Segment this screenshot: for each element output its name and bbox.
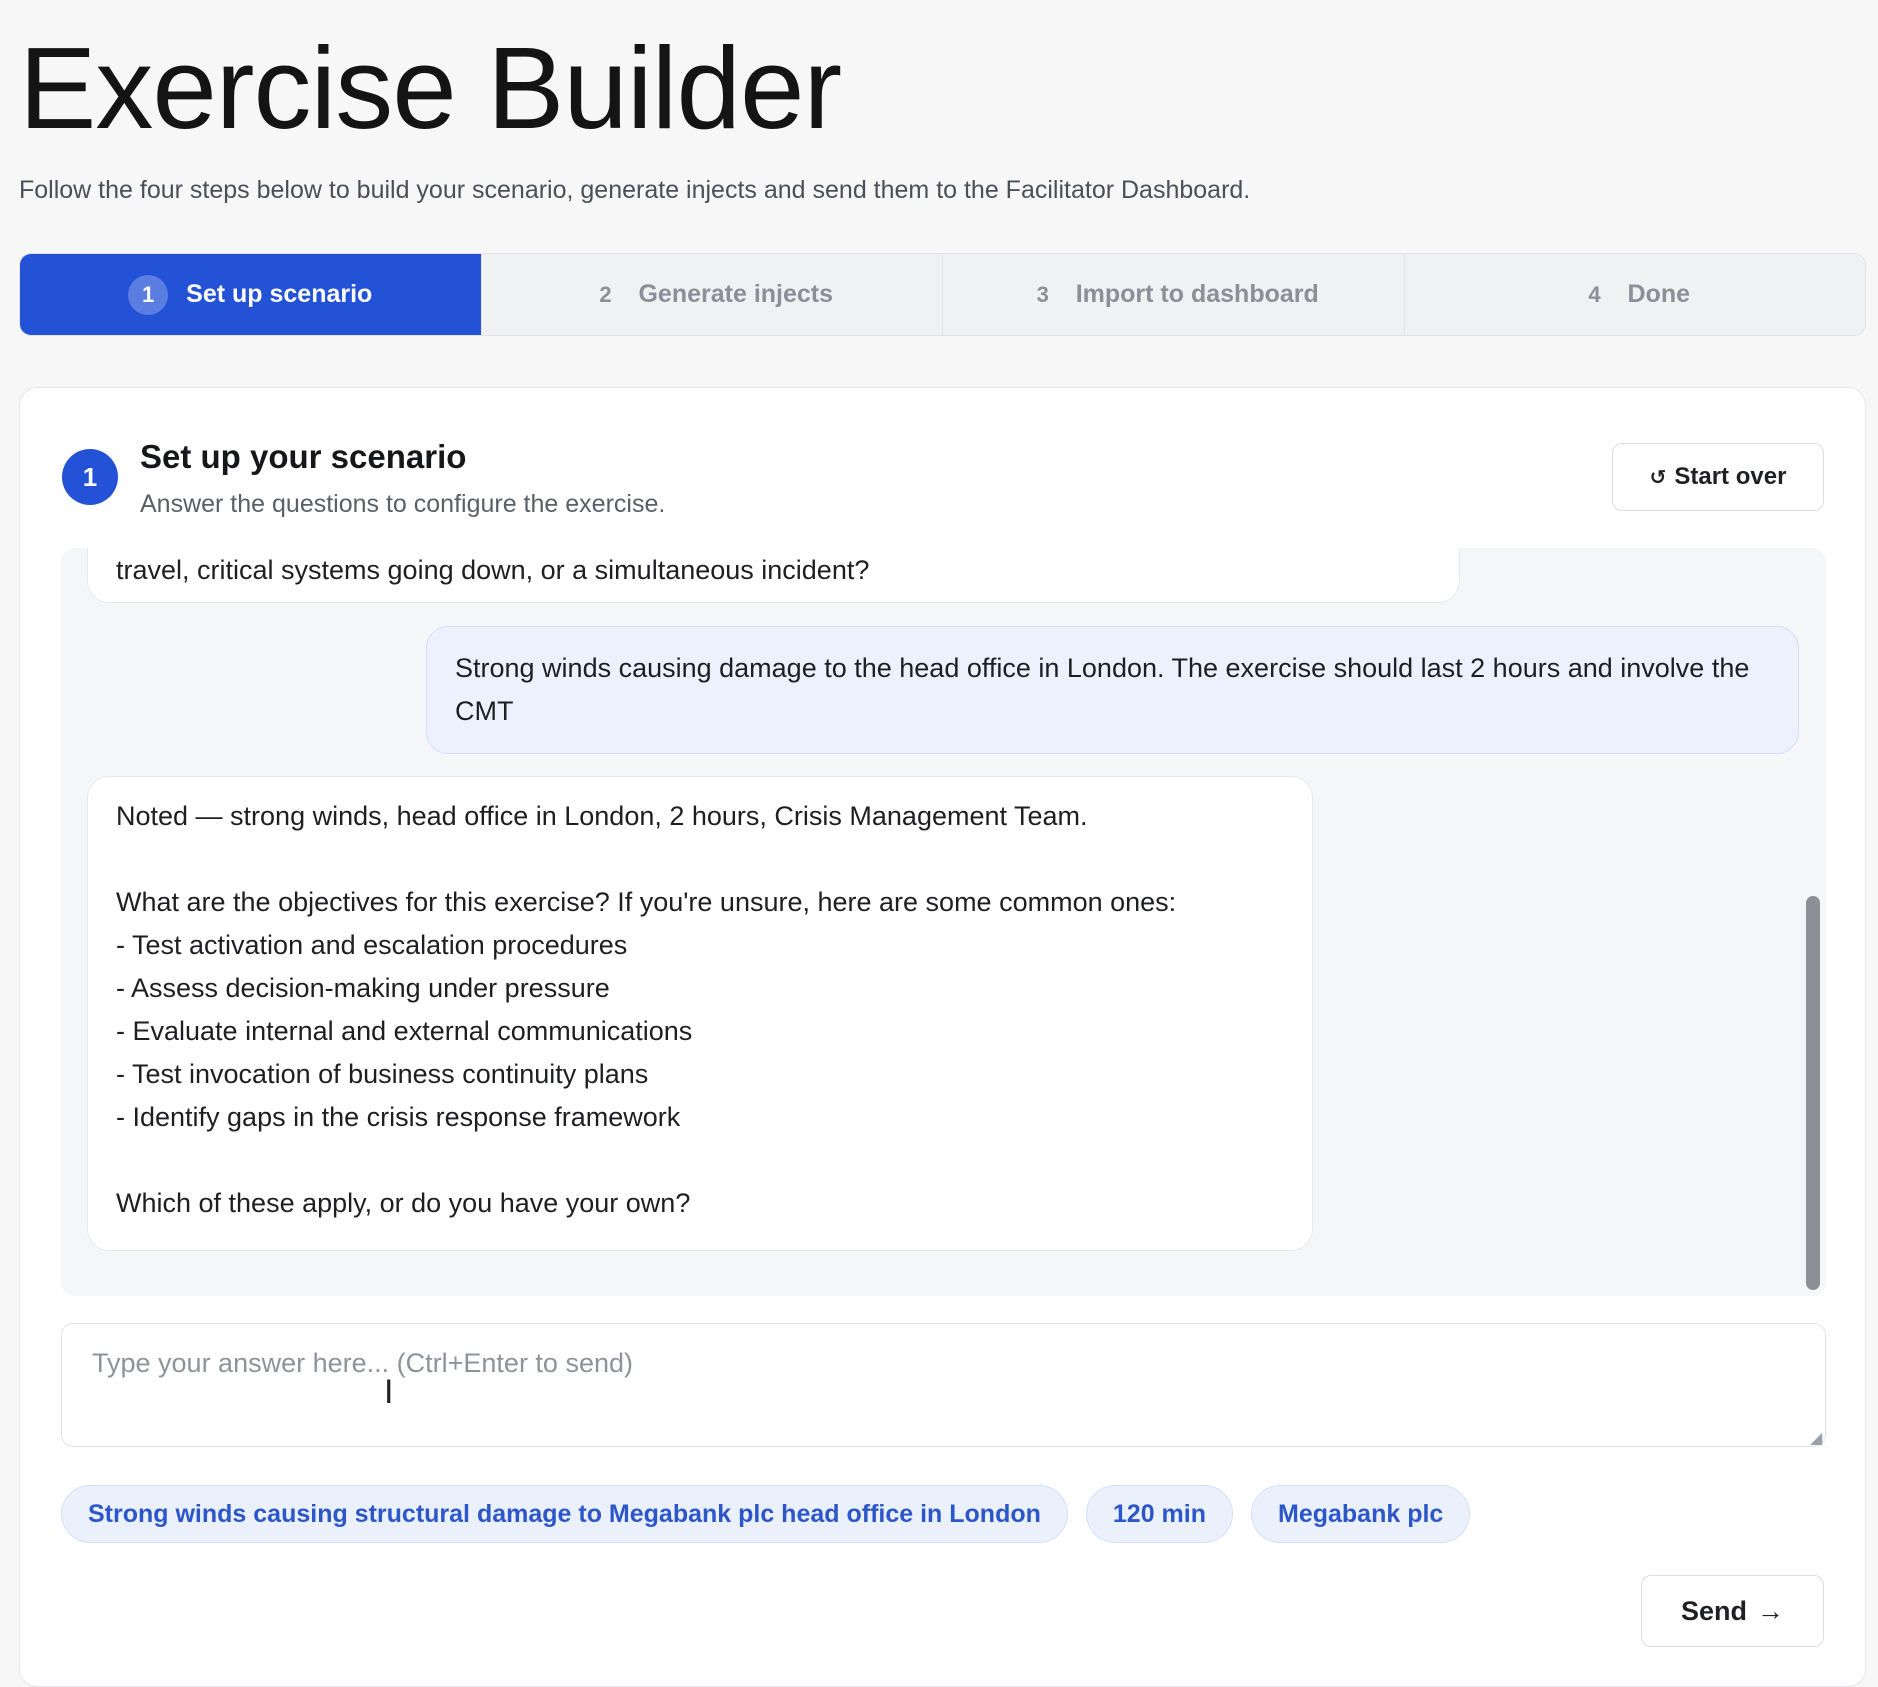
arrow-right-icon: → — [1757, 1595, 1784, 1626]
scenario-card: 1 Set up your scenario Answer the questi… — [19, 387, 1866, 1687]
suggestion-chip-scenario[interactable]: Strong winds causing structural damage t… — [61, 1485, 1068, 1543]
chat-scrollbar[interactable] — [1806, 896, 1820, 1290]
step-import-to-dashboard[interactable]: 3 Import to dashboard — [943, 254, 1405, 335]
message-line: - Assess decision-making under pressure — [116, 973, 610, 1003]
send-button[interactable]: Send → — [1641, 1575, 1824, 1647]
user-message: Strong winds causing damage to the head … — [426, 626, 1799, 754]
message-line: - Test activation and escalation procedu… — [116, 930, 628, 960]
suggestion-chips: Strong winds causing structural damage t… — [61, 1485, 1471, 1543]
start-over-button[interactable]: ↺ Start over — [1612, 443, 1824, 511]
step-badge: 1 — [62, 449, 118, 505]
message-line: - Test invocation of business continuity… — [116, 1059, 649, 1089]
step-label: Set up scenario — [186, 280, 373, 308]
step-label: Generate injects — [638, 280, 834, 308]
step-set-up-scenario[interactable]: 1 Set up scenario — [20, 254, 482, 335]
suggestion-chip-duration[interactable]: 120 min — [1085, 1485, 1233, 1543]
message-line: - Evaluate internal and external communi… — [116, 1016, 693, 1046]
message-line: Which of these apply, or do you have you… — [116, 1188, 691, 1218]
message-line: What are the objectives for this exercis… — [116, 887, 1177, 917]
message-line — [116, 838, 1284, 881]
step-generate-injects[interactable]: 2 Generate injects — [482, 254, 943, 335]
page-title: Exercise Builder — [19, 23, 842, 153]
resize-grip-icon[interactable]: ◢ — [1810, 1428, 1822, 1448]
step-label: Done — [1627, 280, 1691, 308]
step-number: 3 — [1036, 281, 1049, 307]
assistant-message: Noted — strong winds, head office in Lon… — [87, 776, 1313, 1251]
send-label: Send — [1680, 1595, 1747, 1626]
message-line: - Identify gaps in the crisis response f… — [116, 1102, 681, 1132]
start-over-label: Start over — [1674, 463, 1787, 490]
card-title: Set up your scenario — [140, 438, 467, 475]
message-line — [116, 1139, 1284, 1182]
refresh-icon: ↺ — [1649, 466, 1667, 489]
step-number: 4 — [1588, 281, 1601, 307]
step-done[interactable]: 4 Done — [1405, 254, 1866, 335]
answer-input[interactable] — [61, 1323, 1826, 1447]
page-subtitle: Follow the four steps below to build you… — [19, 176, 1251, 204]
chat-transcript[interactable]: travel, critical systems going down, or … — [61, 548, 1826, 1296]
text-cursor-icon: I — [384, 1373, 394, 1411]
card-subtitle: Answer the questions to configure the ex… — [140, 490, 666, 518]
step-number: 1 — [128, 274, 169, 315]
assistant-message: travel, critical systems going down, or … — [87, 548, 1460, 603]
message-line: Noted — strong winds, head office in Lon… — [116, 801, 1088, 831]
suggestion-chip-organisation[interactable]: Megabank plc — [1251, 1485, 1471, 1543]
step-number: 2 — [599, 281, 612, 307]
step-label: Import to dashboard — [1075, 280, 1319, 308]
stepper: 1 Set up scenario 2 Generate injects 3 I… — [19, 253, 1866, 336]
